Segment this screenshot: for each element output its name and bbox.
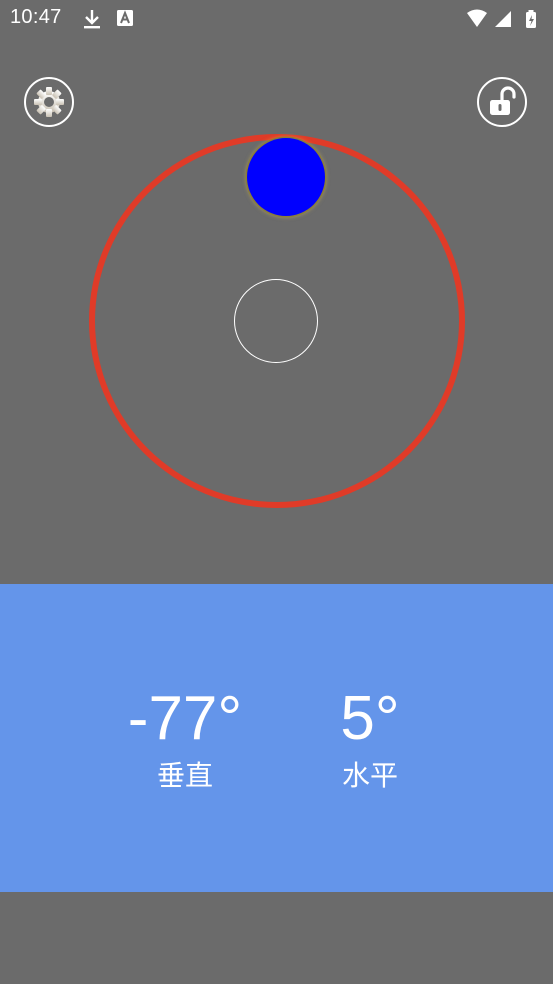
level-center-target [234, 279, 318, 363]
angle-readout-panel: -77° 垂直 5° 水平 [0, 584, 553, 892]
horizontal-angle-value: 5° [340, 684, 400, 753]
vertical-angle-label: 垂直 [156, 759, 213, 792]
vertical-angle-value: -77° [127, 684, 243, 753]
level-bubble [247, 138, 325, 216]
horizontal-readout: 5° 水平 [290, 684, 450, 796]
horizontal-angle-label: 水平 [341, 759, 398, 792]
vertical-readout: -77° 垂直 [105, 684, 265, 796]
bubble-level [0, 0, 553, 584]
